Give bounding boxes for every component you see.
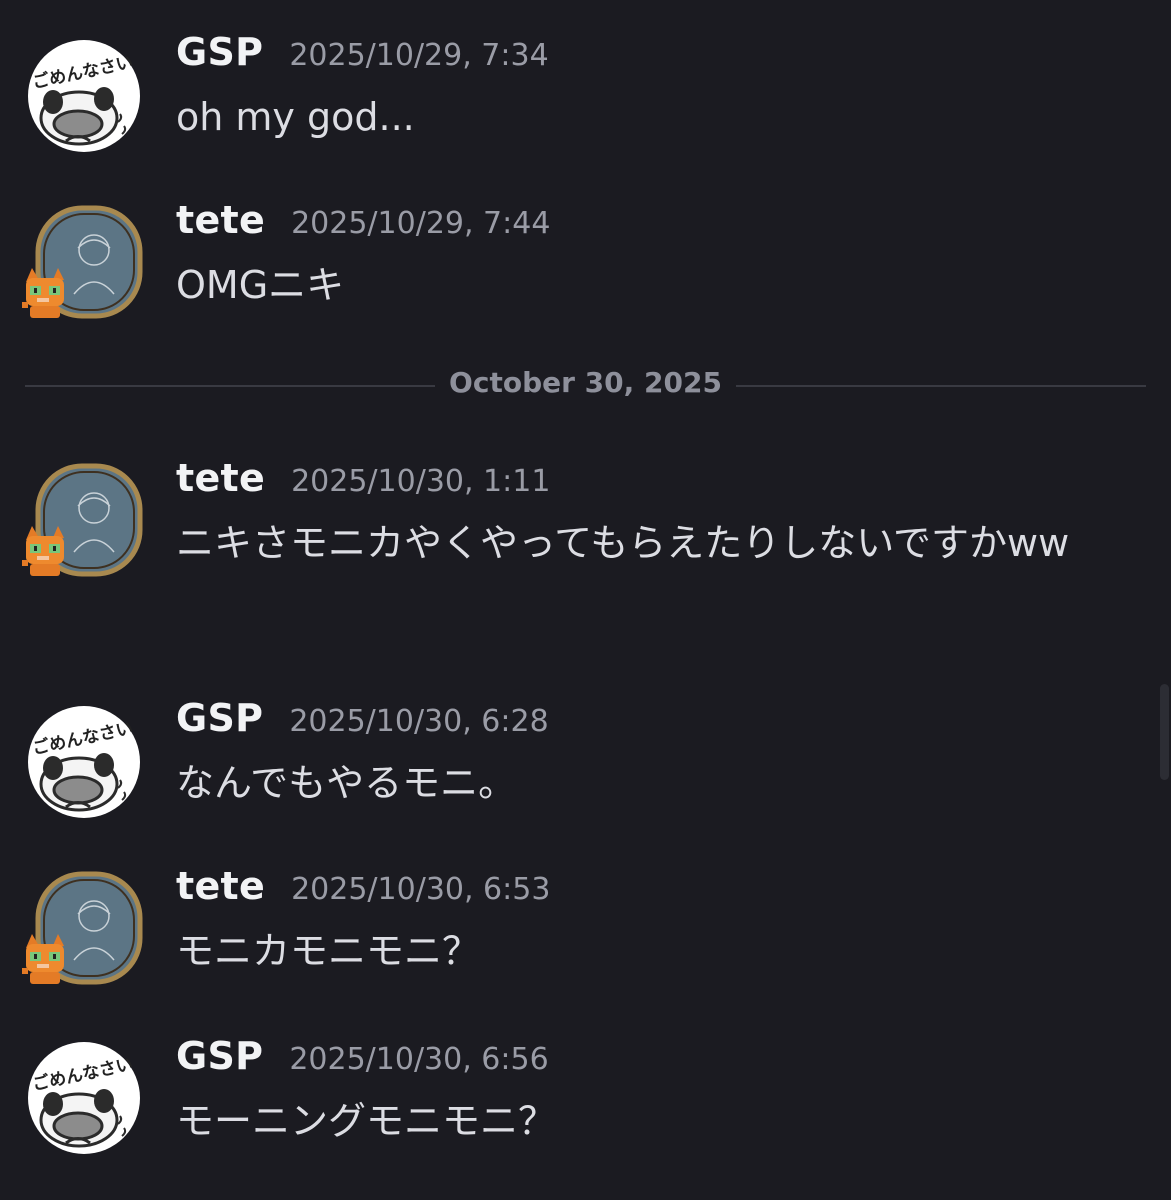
panda-sticker-avatar-icon: ごめんなさい — [22, 1036, 146, 1160]
scrollbar-thumb[interactable] — [1160, 684, 1169, 780]
user-avatar[interactable]: ごめんなさい — [22, 700, 146, 824]
message-text: モニカモニモニ？ — [176, 929, 481, 973]
user-avatar[interactable] — [22, 202, 146, 326]
user-avatar[interactable] — [22, 460, 146, 584]
pixel-frame-portrait-avatar-icon — [22, 202, 146, 326]
panda-sticker-avatar-icon: ごめんなさい — [22, 34, 146, 158]
date-divider: October 30, 2025 — [25, 360, 1146, 412]
user-avatar[interactable]: ごめんなさい — [22, 34, 146, 158]
user-avatar[interactable] — [22, 868, 146, 992]
message-author[interactable]: tete — [176, 198, 265, 242]
message-author[interactable]: tete — [176, 456, 265, 500]
message-author[interactable]: tete — [176, 864, 265, 908]
message-timestamp: 2025/10/30, 6:28 — [289, 704, 549, 739]
divider-line — [736, 385, 1146, 387]
message-timestamp: 2025/10/30, 1:11 — [291, 464, 551, 499]
message-author[interactable]: GSP — [176, 30, 263, 74]
pixel-frame-portrait-avatar-icon — [22, 868, 146, 992]
message-timestamp: 2025/10/29, 7:44 — [291, 206, 551, 241]
message-text: なんでもやるモニ。 — [176, 761, 517, 805]
message-text: ニキさモニカやくやってもらえたりしないですかww — [176, 521, 1070, 565]
message-text: oh my god... — [176, 95, 415, 139]
message-text: モーニングモニモニ？ — [176, 1099, 557, 1143]
date-divider-label: October 30, 2025 — [449, 366, 722, 399]
message-author[interactable]: GSP — [176, 1034, 263, 1078]
message-timestamp: 2025/10/30, 6:56 — [289, 1042, 549, 1077]
message-text: OMGニキ — [176, 263, 345, 307]
user-avatar[interactable]: ごめんなさい — [22, 1036, 146, 1160]
message-author[interactable]: GSP — [176, 696, 263, 740]
message-timestamp: 2025/10/29, 7:34 — [289, 38, 549, 73]
pixel-frame-portrait-avatar-icon — [22, 460, 146, 584]
panda-sticker-avatar-icon: ごめんなさい — [22, 700, 146, 824]
message-timestamp: 2025/10/30, 6:53 — [291, 872, 551, 907]
